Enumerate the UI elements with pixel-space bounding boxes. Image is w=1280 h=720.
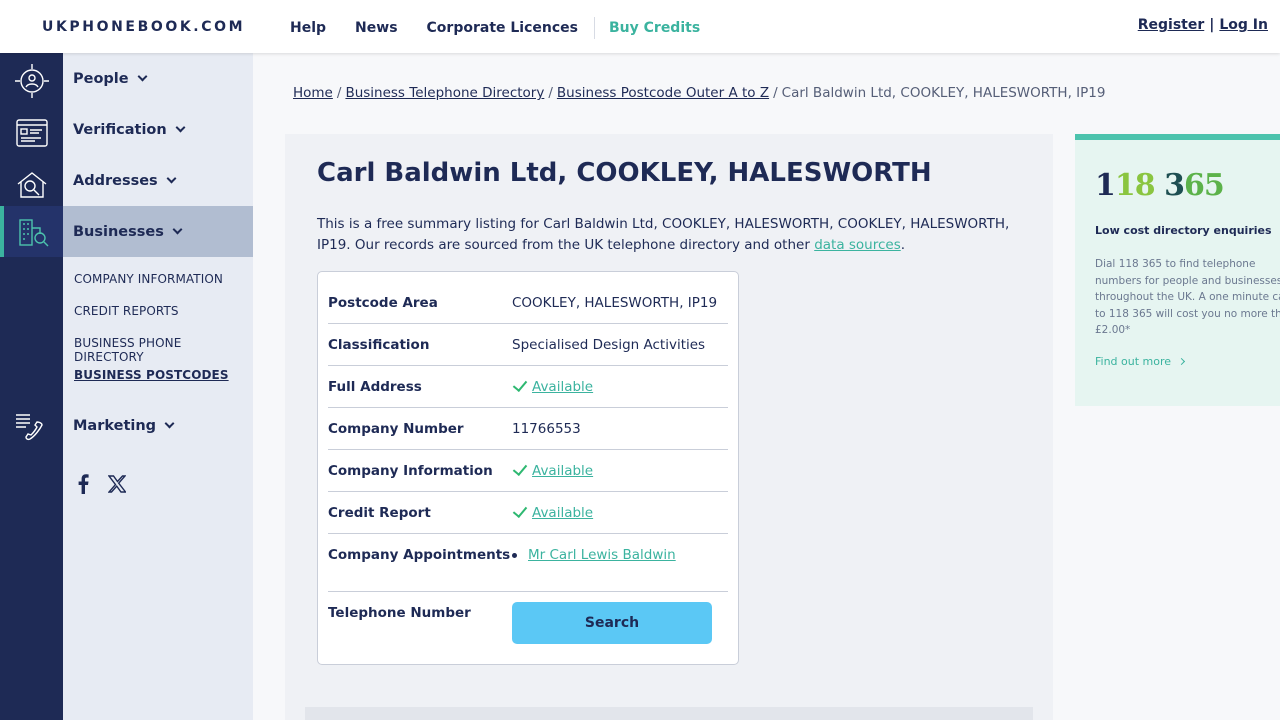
building-search-icon[interactable]	[0, 206, 63, 257]
nav-help[interactable]: Help	[290, 20, 326, 36]
social-links	[76, 474, 127, 498]
brand-part: 3	[1154, 168, 1185, 203]
detail-value: Available	[512, 502, 593, 521]
detail-value: Available	[512, 376, 593, 395]
intro-body: This is a free summary listing for Carl …	[317, 216, 1010, 253]
intro-text: This is a free summary listing for Carl …	[317, 214, 1032, 256]
side-menu: People Verification Addresses Businesses…	[63, 53, 253, 720]
search-button[interactable]: Search	[512, 602, 712, 644]
detail-label: Credit Report	[328, 504, 431, 521]
checkmark-icon	[512, 376, 528, 393]
breadcrumb-separator: /	[773, 85, 778, 101]
detail-label: Postcode Area	[328, 294, 438, 311]
detail-value: Mr Carl Lewis Baldwin	[512, 547, 676, 563]
detail-row-classification: Classification Specialised Design Activi…	[328, 324, 728, 366]
menu-addresses[interactable]: Addresses	[63, 155, 253, 206]
icon-rail	[0, 53, 63, 720]
detail-label: Company Number	[328, 420, 464, 437]
detail-row-full-address: Full Address Available	[328, 366, 728, 408]
listing-card: Carl Baldwin Ltd, COOKLEY, HALESWORTH Th…	[285, 134, 1053, 720]
breadcrumb-current: Carl Baldwin Ltd, COOKLEY, HALESWORTH, I…	[781, 85, 1106, 101]
submenu-company-information[interactable]: COMPANY INFORMATION	[74, 272, 223, 286]
chevron-down-icon	[172, 224, 183, 234]
chevron-down-icon	[137, 71, 148, 81]
data-sources-link[interactable]: data sources	[814, 237, 901, 253]
detail-label: Classification	[328, 336, 430, 353]
x-icon[interactable]	[107, 475, 127, 497]
top-bar: UKPHONEBOOK.COM Help News Corporate Lice…	[0, 0, 1280, 53]
detail-label: Full Address	[328, 378, 422, 395]
detail-row-company-number: Company Number 11766553	[328, 408, 728, 450]
login-link[interactable]: Log In	[1219, 17, 1268, 33]
bullet-icon	[512, 552, 517, 558]
submenu-credit-reports[interactable]: CREDIT REPORTS	[74, 304, 179, 318]
next-section-edge	[305, 707, 1033, 720]
submenu-business-phone-directory[interactable]: BUSINESS PHONE DIRECTORY	[74, 336, 253, 364]
detail-label: Company Appointments	[328, 547, 511, 563]
checkmark-icon	[512, 502, 528, 519]
brand-part: 1	[1095, 168, 1116, 203]
ad-brand-logo[interactable]: 118 365	[1095, 168, 1225, 203]
details-table: Postcode Area COOKLEY, HALESWORTH, IP19 …	[317, 271, 739, 665]
breadcrumb-separator: /	[548, 85, 553, 101]
menu-verification-label: Verification	[73, 121, 167, 138]
brand-part: 18	[1114, 168, 1156, 203]
find-out-more-link[interactable]: Find out more	[1095, 355, 1186, 368]
people-search-icon[interactable]	[0, 55, 63, 106]
menu-verification[interactable]: Verification	[63, 104, 253, 155]
find-out-more-label: Find out more	[1095, 355, 1172, 368]
detail-value: 11766553	[512, 420, 581, 437]
detail-row-company-appointments: Company Appointments Mr Carl Lewis Baldw…	[328, 534, 728, 592]
auth-links: Register | Log In	[1138, 17, 1268, 33]
breadcrumb-home[interactable]: Home	[293, 85, 333, 101]
breadcrumb-postcode-outer[interactable]: Business Postcode Outer A to Z	[557, 85, 769, 101]
menu-marketing[interactable]: Marketing	[63, 400, 253, 451]
nav-buy-credits[interactable]: Buy Credits	[609, 20, 700, 36]
menu-businesses-label: Businesses	[73, 223, 164, 240]
checkmark-icon	[512, 460, 528, 477]
menu-addresses-label: Addresses	[73, 172, 158, 189]
facebook-icon[interactable]	[76, 474, 90, 498]
menu-people-label: People	[73, 70, 129, 87]
page-title: Carl Baldwin Ltd, COOKLEY, HALESWORTH	[317, 158, 932, 188]
detail-value: Specialised Design Activities	[512, 336, 706, 353]
auth-separator: |	[1209, 17, 1215, 33]
ad-panel: 118 365 Low cost directory enquiries Dia…	[1075, 134, 1280, 406]
detail-label: Company Information	[328, 462, 493, 479]
telephone-label: Telephone Number	[328, 605, 471, 621]
site-logo[interactable]: UKPHONEBOOK.COM	[42, 19, 245, 35]
menu-marketing-label: Marketing	[73, 417, 157, 434]
nav-news[interactable]: News	[355, 20, 397, 36]
detail-row-company-information: Company Information Available	[328, 450, 728, 492]
chevron-down-icon	[164, 418, 175, 428]
menu-businesses[interactable]: Businesses	[63, 206, 253, 257]
detail-row-credit-report: Credit Report Available	[328, 492, 728, 534]
breadcrumb: Home / Business Telephone Directory / Busine…	[293, 85, 1105, 101]
full-address-link[interactable]: Available	[532, 379, 593, 395]
menu-people[interactable]: People	[63, 53, 253, 104]
detail-value: Available	[512, 460, 593, 479]
register-link[interactable]: Register	[1138, 17, 1205, 33]
ad-body: Dial 118 365 to find telephone numbers f…	[1095, 258, 1280, 336]
detail-row-postcode-area: Postcode Area COOKLEY, HALESWORTH, IP19	[328, 282, 728, 324]
breadcrumb-business-telephone-directory[interactable]: Business Telephone Directory	[345, 85, 544, 101]
nav-corporate-licences[interactable]: Corporate Licences	[427, 20, 578, 36]
detail-value: COOKLEY, HALESWORTH, IP19	[512, 294, 718, 311]
nav-divider	[594, 17, 595, 39]
company-information-link[interactable]: Available	[532, 463, 593, 479]
intro-end: .	[900, 237, 906, 253]
phone-list-icon[interactable]	[0, 402, 63, 453]
submenu-business-postcodes[interactable]: BUSINESS POSTCODES	[74, 368, 229, 382]
brand-part: 65	[1183, 168, 1225, 203]
ad-heading: Low cost directory enquiries	[1095, 224, 1272, 237]
house-search-icon[interactable]	[0, 159, 63, 210]
appointment-link[interactable]: Mr Carl Lewis Baldwin	[528, 547, 676, 563]
verification-icon[interactable]	[0, 107, 63, 158]
chevron-down-icon	[175, 122, 186, 132]
credit-report-link[interactable]: Available	[532, 505, 593, 521]
top-nav: Help News Corporate Licences Buy Credits	[290, 17, 729, 39]
breadcrumb-separator: /	[336, 85, 342, 101]
chevron-right-icon	[1178, 357, 1186, 366]
chevron-down-icon	[166, 173, 177, 183]
